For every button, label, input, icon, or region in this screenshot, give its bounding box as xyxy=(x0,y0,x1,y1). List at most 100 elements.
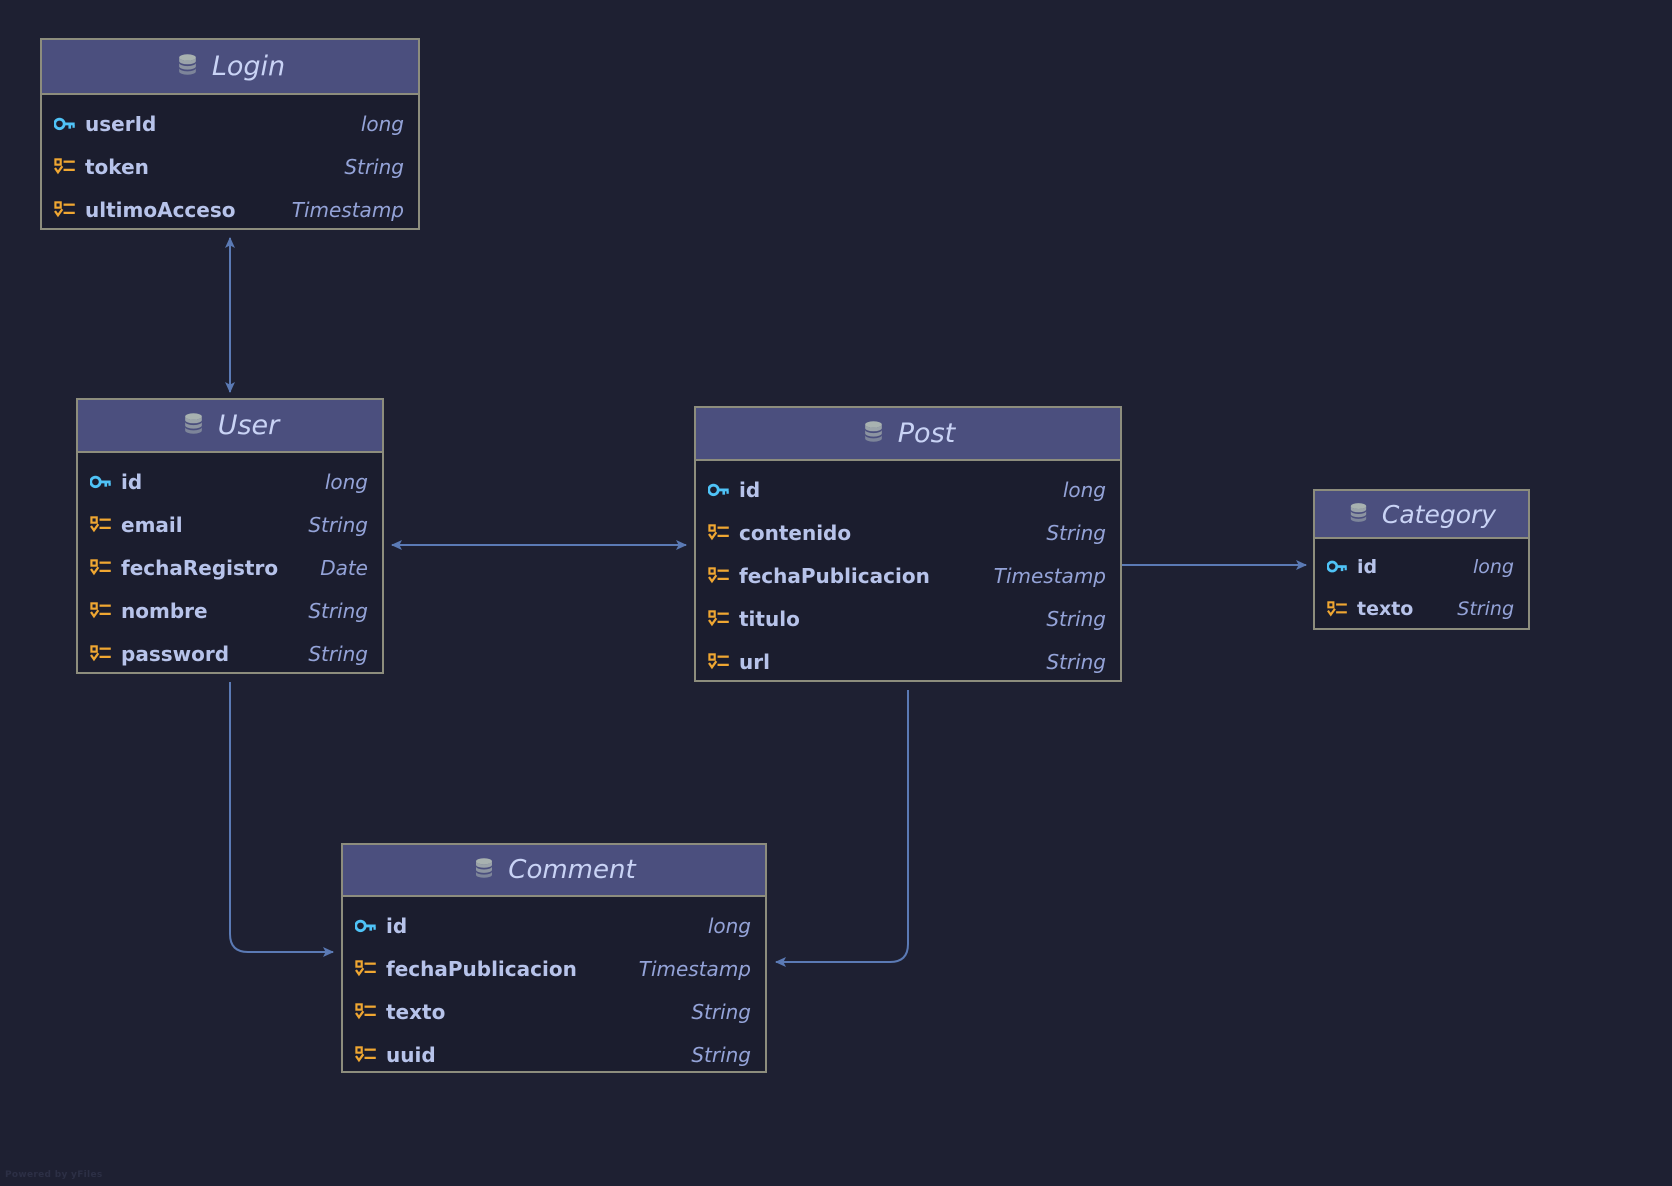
attribute-type: String xyxy=(691,1042,751,1067)
watermark-label: Powered by yFiles xyxy=(5,1170,103,1180)
key-icon xyxy=(90,474,112,490)
attribute-icon xyxy=(54,200,76,219)
entity-title: Post xyxy=(897,418,956,449)
attribute-row[interactable]: token String xyxy=(54,145,404,188)
attribute-type: String xyxy=(1457,598,1514,620)
database-icon xyxy=(861,419,886,448)
entity-user[interactable]: User id long email String fechaRegistro Date no… xyxy=(76,398,384,674)
attribute-row[interactable]: texto String xyxy=(1327,588,1514,630)
attribute-row[interactable]: id long xyxy=(708,468,1106,511)
attribute-icon xyxy=(708,566,730,585)
attribute-name: id xyxy=(121,469,143,494)
edge-post-comment xyxy=(775,690,909,967)
attribute-name: nombre xyxy=(121,598,208,623)
attribute-type: long xyxy=(360,111,404,136)
database-icon xyxy=(1347,501,1370,528)
entity-body-category: id long texto String xyxy=(1315,539,1528,639)
attribute-row[interactable]: password String xyxy=(90,632,368,675)
attribute-icon xyxy=(54,157,76,176)
attribute-name: fechaPublicacion xyxy=(386,956,577,981)
attribute-type: Timestamp xyxy=(291,197,404,222)
attribute-name: ultimoAcceso xyxy=(85,197,236,222)
key-icon xyxy=(1327,559,1348,574)
attribute-row[interactable]: email String xyxy=(90,503,368,546)
attribute-row[interactable]: id long xyxy=(355,904,751,947)
attribute-type: String xyxy=(1046,649,1106,674)
attribute-row[interactable]: id long xyxy=(1327,546,1514,588)
entity-body-post: id long contenido String fechaPublicacion Tim… xyxy=(696,461,1120,692)
entity-post[interactable]: Post id long contenido String fechaPublicacio… xyxy=(694,406,1122,682)
entity-category[interactable]: Category id long texto String xyxy=(1313,489,1530,630)
attribute-icon xyxy=(355,959,377,978)
key-icon xyxy=(54,116,76,132)
attribute-name: token xyxy=(85,154,149,179)
attribute-type: String xyxy=(308,641,368,666)
attribute-type: String xyxy=(308,512,368,537)
entity-header-user[interactable]: User xyxy=(78,400,382,453)
attribute-type: String xyxy=(1046,606,1106,631)
edge-user-comment xyxy=(229,682,334,957)
entity-comment[interactable]: Comment id long fechaPublicacion Timestamp te… xyxy=(341,843,767,1073)
attribute-row[interactable]: ultimoAcceso Timestamp xyxy=(54,188,404,231)
attribute-row[interactable]: contenido String xyxy=(708,511,1106,554)
attribute-name: texto xyxy=(386,999,446,1024)
entity-body-login: userId long token String ultimoAcceso Timesta… xyxy=(42,95,418,240)
attribute-type: String xyxy=(344,154,404,179)
entity-header-category[interactable]: Category xyxy=(1315,491,1528,539)
attribute-row[interactable]: uuid String xyxy=(355,1033,751,1076)
entity-login[interactable]: Login userId long token String ultimoAcceso Ti… xyxy=(40,38,420,230)
er-diagram-canvas: Login userId long token String ultimoAcceso Ti… xyxy=(0,0,1672,1186)
attribute-name: id xyxy=(1357,556,1378,578)
attribute-type: long xyxy=(1062,477,1106,502)
entity-body-comment: id long fechaPublicacion Timestamp texto Stri… xyxy=(343,897,765,1085)
entity-body-user: id long email String fechaRegistro Date nombre… xyxy=(78,453,382,684)
attribute-icon xyxy=(90,644,112,663)
attribute-row[interactable]: nombre String xyxy=(90,589,368,632)
attribute-row[interactable]: fechaPublicacion Timestamp xyxy=(708,554,1106,597)
database-icon xyxy=(175,52,200,81)
attribute-row[interactable]: url String xyxy=(708,640,1106,683)
attribute-type: String xyxy=(691,999,751,1024)
entity-header-comment[interactable]: Comment xyxy=(343,845,765,897)
attribute-name: id xyxy=(386,913,408,938)
attribute-type: String xyxy=(308,598,368,623)
attribute-type: long xyxy=(1472,556,1514,578)
attribute-name: fechaRegistro xyxy=(121,555,279,580)
attribute-icon xyxy=(90,558,112,577)
attribute-icon xyxy=(355,1002,377,1021)
attribute-row[interactable]: fechaRegistro Date xyxy=(90,546,368,589)
attribute-type: Timestamp xyxy=(638,956,751,981)
attribute-type: Date xyxy=(320,555,368,580)
entity-title: Category xyxy=(1381,499,1497,529)
database-icon xyxy=(472,856,496,884)
attribute-name: id xyxy=(739,477,761,502)
attribute-name: texto xyxy=(1357,598,1414,620)
attribute-name: url xyxy=(739,649,770,674)
attribute-name: password xyxy=(121,641,230,666)
attribute-name: titulo xyxy=(739,606,800,631)
attribute-icon xyxy=(355,1045,377,1064)
attribute-icon xyxy=(90,601,112,620)
attribute-icon xyxy=(708,652,730,671)
attribute-name: contenido xyxy=(739,520,852,545)
attribute-name: email xyxy=(121,512,183,537)
attribute-type: Timestamp xyxy=(993,563,1106,588)
attribute-type: long xyxy=(707,913,751,938)
entity-header-post[interactable]: Post xyxy=(696,408,1120,461)
entity-header-login[interactable]: Login xyxy=(42,40,418,95)
attribute-type: String xyxy=(1046,520,1106,545)
attribute-row[interactable]: id long xyxy=(90,460,368,503)
attribute-row[interactable]: userId long xyxy=(54,102,404,145)
attribute-type: long xyxy=(324,469,368,494)
attribute-icon xyxy=(90,515,112,534)
database-icon xyxy=(181,411,206,440)
attribute-name: uuid xyxy=(386,1042,436,1067)
attribute-row[interactable]: titulo String xyxy=(708,597,1106,640)
attribute-row[interactable]: fechaPublicacion Timestamp xyxy=(355,947,751,990)
key-icon xyxy=(355,918,377,934)
entity-title: Login xyxy=(211,51,286,82)
entity-title: Comment xyxy=(508,855,636,885)
entity-title: User xyxy=(217,410,280,441)
attribute-row[interactable]: texto String xyxy=(355,990,751,1033)
key-icon xyxy=(708,482,730,498)
